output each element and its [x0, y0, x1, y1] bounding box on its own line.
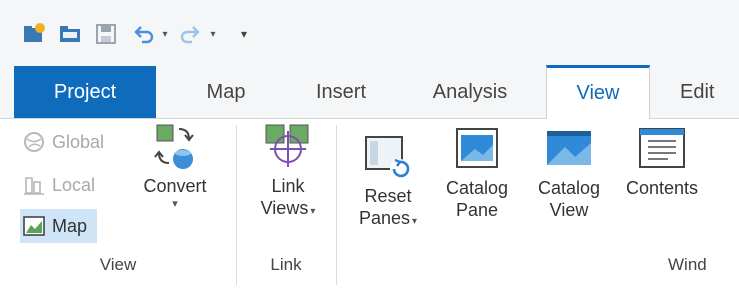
reset-panes-icon: [362, 131, 414, 183]
reset-panes-dropdown-arrow: ▾: [412, 216, 418, 227]
global-button[interactable]: Global: [22, 125, 104, 159]
undo-dropdown[interactable]: ▾: [158, 21, 172, 47]
link-views-dropdown-arrow: ▾: [310, 206, 316, 217]
new-project-icon: [24, 23, 45, 42]
group-label-windows: Wind: [668, 255, 707, 274]
local-button[interactable]: Local: [22, 168, 95, 202]
catalog-pane-button[interactable]: Catalog Pane: [434, 123, 520, 221]
link-views-button[interactable]: Link Views ▾: [242, 121, 334, 223]
catalog-view-button[interactable]: Catalog View: [526, 123, 612, 221]
catalog-pane-label-line2: Pane: [455, 200, 499, 220]
reset-panes-label-line2: Panes: [358, 208, 410, 228]
tab-map[interactable]: Map: [186, 66, 266, 118]
customize-icon: ▾: [240, 27, 248, 41]
open-project-button[interactable]: [56, 21, 84, 47]
global-label: Global: [52, 131, 105, 152]
link-views-icon: [262, 121, 314, 173]
link-views-label-line1: Link: [271, 176, 305, 196]
undo-icon: [134, 26, 154, 44]
link-views-label-line2: Views: [260, 198, 309, 218]
redo-dropdown[interactable]: ▾: [206, 21, 220, 47]
tab-insert[interactable]: Insert: [296, 66, 386, 118]
contents-icon: [636, 123, 688, 175]
group-label-link: Link: [270, 255, 302, 274]
convert-button[interactable]: Convert ▾: [140, 121, 210, 211]
save-icon: [96, 24, 116, 44]
ribbon-body: Global Local Map Convert ▾ View Link Vie…: [0, 119, 739, 291]
local-scene-icon: [22, 173, 46, 197]
local-label: Local: [52, 174, 96, 195]
tab-project[interactable]: Project: [14, 66, 156, 118]
tab-analysis[interactable]: Analysis: [410, 66, 530, 118]
reset-panes-button[interactable]: Reset Panes ▾: [346, 131, 430, 233]
redo-button[interactable]: [176, 21, 204, 47]
group-label-view: View: [99, 255, 137, 274]
reset-panes-label-line1: Reset: [364, 186, 412, 206]
catalog-view-icon: [543, 123, 595, 175]
catalog-view-label-line2: View: [549, 200, 589, 220]
convert-icon: [149, 121, 201, 173]
contents-button[interactable]: Contents: [614, 123, 710, 199]
catalog-pane-label-line1: Catalog: [445, 178, 509, 198]
quick-access-toolbar: ▾ ▾ ▾: [0, 0, 739, 66]
catalog-pane-icon: [451, 123, 503, 175]
group-separator: [336, 125, 337, 285]
tab-view[interactable]: View: [546, 65, 650, 119]
open-folder-icon: [60, 26, 80, 42]
undo-button[interactable]: [130, 21, 158, 47]
map-button[interactable]: Map: [20, 209, 98, 243]
customize-quick-access-button[interactable]: ▾: [236, 21, 252, 47]
ribbon-tab-row: Project Map Insert Analysis View Edit: [0, 65, 739, 119]
map-icon: [22, 214, 46, 238]
new-project-button[interactable]: [20, 21, 48, 47]
redo-icon: [180, 26, 200, 44]
contents-label: Contents: [625, 178, 699, 198]
catalog-view-label-line1: Catalog: [537, 178, 601, 198]
save-project-button[interactable]: [92, 21, 120, 47]
map-label: Map: [52, 215, 88, 236]
globe-icon: [22, 130, 46, 154]
tab-edit[interactable]: Edit: [668, 66, 739, 118]
convert-dropdown-arrow: ▾: [172, 198, 178, 210]
convert-label: Convert: [143, 176, 207, 196]
